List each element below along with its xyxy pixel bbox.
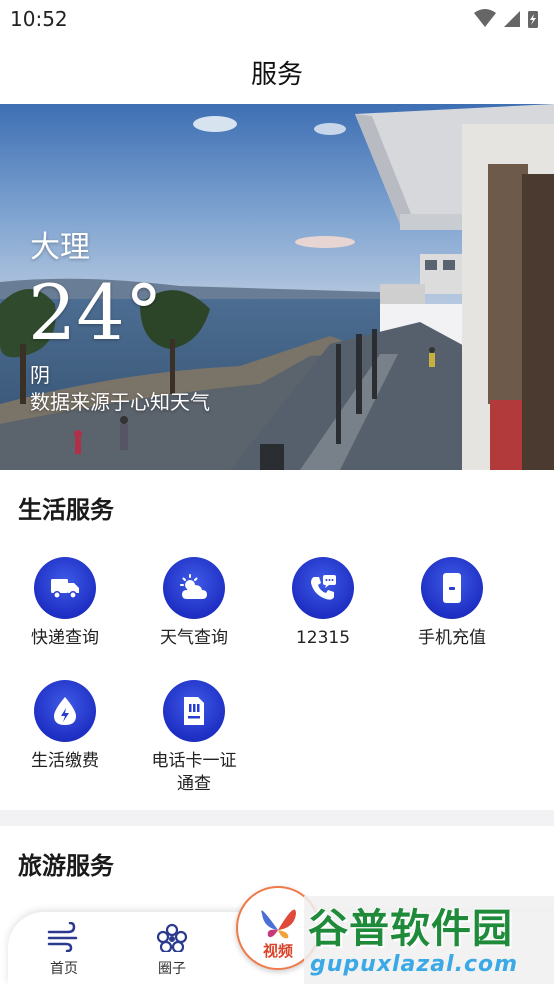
service-label: 12315 [295,628,351,648]
status-time: 10:52 [10,7,68,31]
service-weather-query[interactable]: 天气查询 [134,557,254,650]
weather-icon [163,557,225,619]
tab-label: 首页 [50,961,78,977]
watermark: 谷普软件园 gupuxlazal.com [304,896,554,984]
mobile-icon [421,557,483,619]
signal-icon [504,11,520,27]
service-label: 快递查询 [31,628,99,648]
sim-card-icon [163,680,225,742]
water-bolt-icon [34,680,96,742]
status-icons [472,9,542,29]
service-mobile-recharge[interactable]: 手机充值 [392,557,512,650]
weather-condition: 阴 [30,363,50,387]
truck-icon [34,557,96,619]
life-services-title: 生活服务 [18,496,114,524]
service-12315[interactable]: 12315 [263,557,383,650]
service-express-tracking[interactable]: 快递查询 [5,557,125,650]
wifi-icon [474,9,496,27]
travel-services-title: 旅游服务 [18,852,114,880]
flower-icon [156,923,188,954]
weather-source: 数据来源于心知天气 [30,390,210,414]
tab-circle[interactable]: 圈子 [132,922,212,978]
service-label: 天气查询 [160,628,228,648]
service-label: 生活缴费 [31,751,99,771]
service-sim-card-check[interactable]: 电话卡一证 通查 [134,680,254,796]
service-label: 手机充值 [418,628,486,648]
weather-temperature: 24° [28,268,163,357]
weather-banner[interactable]: 大理 24° 阴 数据来源于心知天气 [0,104,554,470]
watermark-title: 谷普软件园 [308,906,513,952]
page-title: 服务 [250,60,303,90]
wind-icon [47,921,78,953]
tab-label: 圈子 [158,961,186,977]
weather-city: 大理 [30,230,90,265]
status-bar: 10:52 [0,0,554,38]
service-utility-payment[interactable]: 生活缴费 [5,680,125,773]
life-services-card: 生活服务 快递查询 天气查询 12315 手机充值 生活缴费 电话卡一证 通查 [0,470,554,810]
tab-home[interactable]: 首页 [24,921,104,978]
phone-message-icon [292,557,354,619]
service-label: 电话卡一证 通查 [151,751,237,794]
header: 服务 [0,38,554,104]
watermark-url: gupuxlazal.com [310,952,519,977]
